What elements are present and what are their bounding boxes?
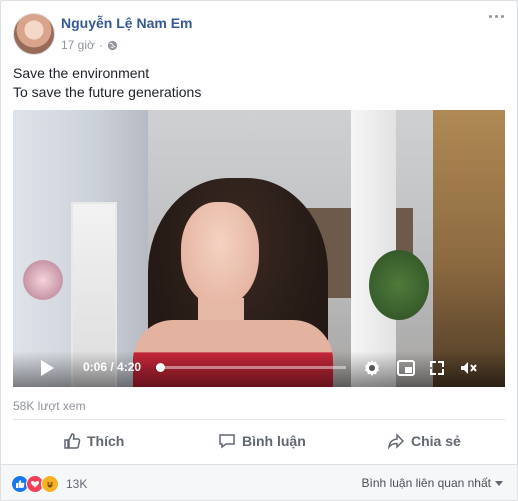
post-time[interactable]: 17 giờ	[61, 38, 95, 52]
avatar[interactable]	[13, 13, 55, 55]
meta-separator: ·	[98, 38, 103, 52]
settings-gear-icon[interactable]	[362, 358, 382, 378]
volume-muted-icon[interactable]	[458, 358, 478, 378]
video-frame-flowers	[23, 260, 63, 300]
reactions-summary[interactable]: 13K	[11, 475, 87, 493]
share-label: Chia sẻ	[411, 433, 461, 449]
comment-sort-label: Bình luận liên quan nhất	[361, 476, 491, 490]
thumbs-up-icon	[64, 433, 81, 449]
comment-button[interactable]: Bình luận	[218, 424, 306, 458]
play-icon[interactable]	[41, 360, 54, 376]
view-count[interactable]: 58K lượt xem	[13, 399, 86, 413]
like-button[interactable]: Thích	[63, 424, 124, 458]
more-options-icon[interactable]	[489, 15, 505, 21]
reaction-count[interactable]: 13K	[66, 477, 87, 491]
author-name[interactable]: Nguyễn Lệ Nam Em	[61, 15, 192, 31]
share-icon	[387, 433, 405, 450]
haha-reaction-icon	[41, 475, 59, 493]
comment-sort-dropdown[interactable]: Bình luận liên quan nhất	[362, 476, 503, 490]
post-text-line: Save the environment	[13, 65, 150, 81]
fullscreen-icon[interactable]	[427, 358, 447, 378]
video-frame-shelf	[351, 110, 396, 387]
post-meta: 17 giờ ·	[61, 38, 118, 52]
post-footer: 13K Bình luận liên quan nhất	[1, 464, 517, 500]
picture-in-picture-icon[interactable]	[396, 358, 416, 378]
video-frame-plant	[369, 250, 429, 320]
video-player[interactable]: 0:06 / 4:20	[13, 110, 505, 387]
comment-label: Bình luận	[242, 433, 306, 449]
comment-icon	[219, 434, 235, 449]
post-text-line: To save the future generations	[13, 84, 202, 100]
divider	[13, 419, 505, 420]
post-text: Save the environment To save the future …	[13, 64, 201, 102]
video-progress[interactable]	[156, 363, 346, 372]
video-frame-easel	[433, 110, 505, 387]
like-label: Thích	[87, 433, 125, 449]
post-card: Nguyễn Lệ Nam Em 17 giờ · Save the envir…	[0, 0, 518, 501]
video-time: 0:06 / 4:20	[83, 360, 142, 374]
video-frame-person-face	[181, 202, 259, 306]
chevron-down-icon	[495, 480, 503, 486]
share-button[interactable]: Chia sẻ	[387, 424, 461, 458]
globe-icon[interactable]	[107, 40, 118, 51]
